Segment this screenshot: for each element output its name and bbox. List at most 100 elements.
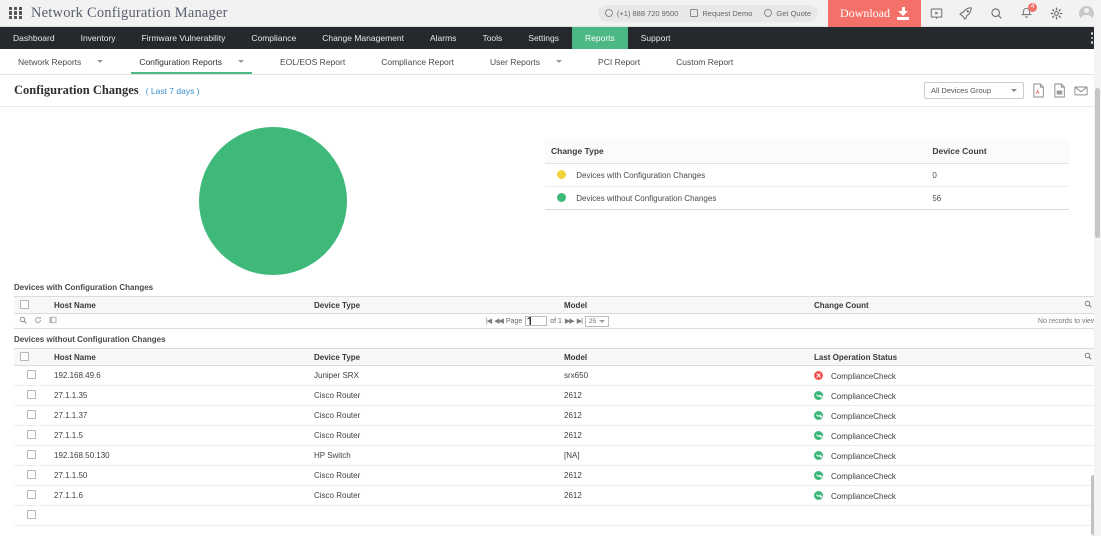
header-last-operation-status[interactable]: Last Operation Status (808, 348, 1078, 366)
subnav-item-network-reports[interactable]: Network Reports (0, 49, 121, 74)
row-checkbox[interactable] (26, 430, 36, 439)
nav-item-change-management[interactable]: Change Management (309, 27, 417, 49)
header-host-name[interactable]: Host Name (48, 348, 308, 366)
nav-item-firmware-vulnerability[interactable]: Firmware Vulnerability (129, 27, 239, 49)
cell-host-name: 27.1.1.35 (48, 385, 308, 406)
header-device-type[interactable]: Device Type (308, 296, 558, 314)
select-all-checkbox[interactable] (20, 351, 29, 361)
subnav-item-custom-report[interactable]: Custom Report (658, 49, 751, 74)
nav-item-inventory[interactable]: Inventory (68, 27, 129, 49)
cell-host-name (48, 505, 308, 526)
page-header: Configuration Changes ( Last 7 days ) Al… (0, 75, 1101, 107)
header-model[interactable]: Model (558, 296, 808, 314)
table-row[interactable]: 27.1.1.50 Cisco Router 2612 ComplianceCheck (14, 465, 1101, 486)
nav-item-reports[interactable]: Reports (572, 27, 628, 49)
legend-row-without-changes[interactable]: Devices without Configuration Changes 56 (545, 186, 1069, 210)
pdf-export-icon[interactable]: A (1032, 83, 1045, 98)
subnav-item-compliance-report[interactable]: Compliance Report (363, 49, 472, 74)
cell-model: srx650 (558, 365, 808, 386)
columns-icon[interactable] (49, 316, 57, 326)
quote-icon (764, 9, 773, 17)
nav-item-settings[interactable]: Settings (515, 27, 572, 49)
cell-model: 2612 (558, 465, 808, 486)
row-checkbox[interactable] (26, 510, 36, 519)
device-group-select[interactable]: All Devices Group (924, 82, 1024, 99)
download-button[interactable]: Download (828, 0, 921, 27)
table-row[interactable]: 27.1.1.37 Cisco Router 2612 ComplianceCheck (14, 405, 1101, 426)
configuration-changes-pie-chart[interactable] (198, 127, 347, 275)
page-title: Configuration Changes (14, 83, 139, 97)
subnav-item-configuration-reports[interactable]: Configuration Reports (121, 49, 262, 74)
legend-color-dot-green (557, 193, 566, 202)
row-checkbox[interactable] (26, 370, 36, 379)
request-demo-link[interactable]: Request Demo (702, 9, 752, 18)
grid-menu-icon[interactable] (9, 6, 22, 20)
table-row[interactable]: 192.168.50.130 HP Switch [NA] ComplianceChe… (14, 445, 1101, 466)
gear-icon[interactable] (1041, 0, 1071, 27)
table-header-row: Host Name Device Type Model Change Count (14, 296, 1101, 314)
phone-number[interactable]: (+1) 888 720 9500 (617, 9, 679, 18)
cell-model: 2612 (558, 385, 808, 406)
row-select-cell (14, 505, 48, 526)
nav-item-tools[interactable]: Tools (469, 27, 515, 49)
rocket-icon[interactable] (951, 0, 981, 27)
header-host-name[interactable]: Host Name (48, 296, 308, 314)
refresh-icon[interactable] (34, 316, 42, 326)
legend-header-change-type: Change Type (545, 139, 927, 164)
cell-host-name: 192.168.50.130 (48, 445, 308, 466)
table-row[interactable]: 27.1.1.6 Cisco Router 2612 ComplianceCheck (14, 485, 1101, 506)
last-page-button[interactable]: ▶| (577, 317, 583, 325)
cell-last-operation-status: ComplianceCheck (808, 485, 1078, 506)
subnav-item-user-reports[interactable]: User Reports (472, 49, 580, 74)
status-error-icon (814, 370, 823, 380)
nav-item-compliance[interactable]: Compliance (238, 27, 309, 49)
xls-export-icon[interactable] (1053, 83, 1066, 98)
nav-item-alarms[interactable]: Alarms (417, 27, 469, 49)
cell-last-operation-status: ComplianceCheck (808, 405, 1078, 426)
subnav-item-eol-eos-report[interactable]: EOL/EOS Report (262, 49, 363, 74)
subnav-label: User Reports (489, 56, 541, 67)
select-all-checkbox[interactable] (20, 299, 29, 309)
table-row[interactable]: 192.168.49.6 Juniper SRX srx650 ComplianceC… (14, 365, 1101, 386)
legend-row-with-changes[interactable]: Devices with Configuration Changes 0 (545, 163, 1069, 187)
legend-header-device-count: Device Count (926, 139, 1069, 164)
search-icon[interactable] (19, 316, 27, 326)
email-export-icon[interactable] (1074, 83, 1088, 98)
table-row[interactable] (14, 505, 1101, 526)
first-page-button[interactable]: |◀ (486, 317, 492, 325)
get-quote-link[interactable]: Get Quote (776, 9, 811, 18)
table-with-changes-caption: Devices with Configuration Changes (14, 283, 154, 292)
header-model[interactable]: Model (558, 348, 808, 366)
search-icon[interactable] (981, 0, 1011, 27)
cell-last-operation-status (808, 505, 1078, 526)
row-checkbox[interactable] (26, 490, 36, 499)
subnav-label: Custom Report (676, 56, 734, 67)
header-change-count[interactable]: Change Count (808, 296, 1078, 314)
subnav-item-pci-report[interactable]: PCI Report (580, 49, 658, 74)
subnav-label: Compliance Report (381, 56, 454, 67)
previous-page-button[interactable]: ◀◀ (494, 317, 504, 325)
status-success-icon (814, 450, 823, 460)
next-page-button[interactable]: ▶▶ (565, 317, 575, 325)
header-device-type[interactable]: Device Type (308, 348, 558, 366)
subnav-label: PCI Report (598, 56, 641, 67)
row-checkbox[interactable] (26, 390, 36, 399)
row-checkbox[interactable] (26, 450, 36, 459)
nav-item-support[interactable]: Support (628, 27, 684, 49)
legend-header-row: Change Type Device Count (545, 139, 1069, 164)
cell-last-operation-status: ComplianceCheck (808, 425, 1078, 446)
nav-item-dashboard[interactable]: Dashboard (0, 27, 68, 49)
cell-model: 2612 (558, 485, 808, 506)
status-label: ComplianceCheck (831, 451, 896, 461)
scrollbar-thumb[interactable] (1095, 88, 1100, 238)
table-row[interactable]: 27.1.1.35 Cisco Router 2612 ComplianceCheck (14, 385, 1101, 406)
page-number-input[interactable] (525, 316, 548, 326)
page-size-select[interactable]: 25 (584, 315, 610, 327)
table-row[interactable]: 27.1.1.5 Cisco Router 2612 ComplianceCheck (14, 425, 1101, 446)
row-checkbox[interactable] (26, 470, 36, 479)
row-checkbox[interactable] (26, 410, 36, 419)
presentation-icon[interactable] (921, 0, 951, 27)
cell-device-type: Juniper SRX (308, 365, 558, 386)
page-scrollbar[interactable] (1094, 0, 1101, 536)
bell-icon[interactable]: 4 (1011, 0, 1041, 27)
